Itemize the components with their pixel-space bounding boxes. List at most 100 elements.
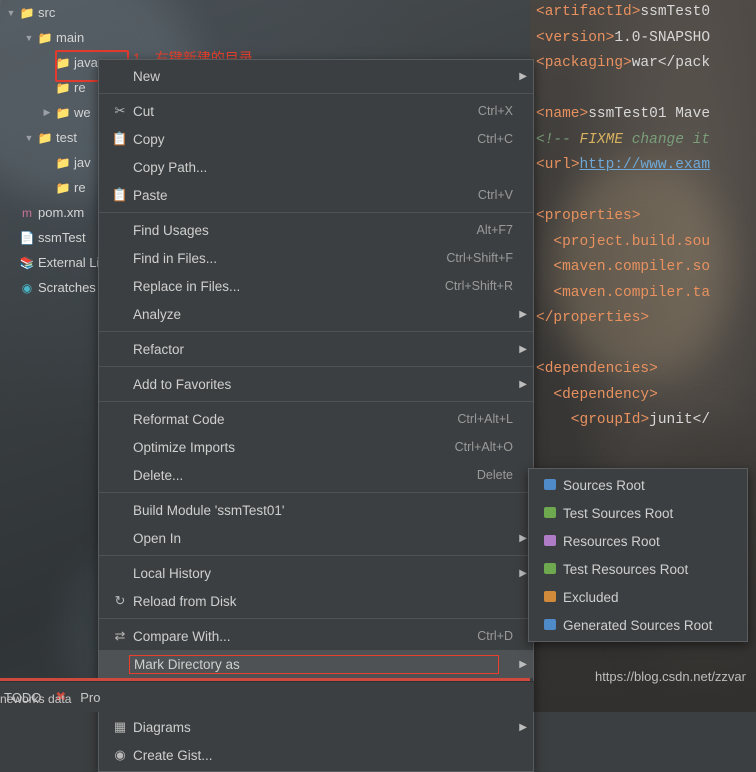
submenu-item-label: Generated Sources Root [563,617,713,633]
menu-item-copy[interactable]: 📋 Copy Ctrl+C [99,125,533,153]
chevron-down-icon[interactable]: ▼ [22,33,36,43]
menu-item-optimize-imports[interactable]: Optimize Imports Ctrl+Alt+O [99,433,533,461]
menu-item-label: Optimize Imports [133,439,236,455]
generated-sources-root-icon [537,618,563,633]
menu-item-cut[interactable]: ✂ Cut Ctrl+X [99,97,533,125]
chevron-down-icon[interactable]: ▼ [22,133,36,143]
chevron-right-icon[interactable]: ▶ [40,107,54,118]
code-token: < [536,55,545,71]
code-line: <project.build.sou [536,230,756,256]
code-token: version [544,29,606,46]
menu-item-find-usages[interactable]: Find Usages Alt+F7 [99,216,533,244]
menu-item-new[interactable]: New ▶ [99,62,533,90]
code-line: </properties> [536,306,756,332]
menu-item-find-in-files[interactable]: Find in Files... Ctrl+Shift+F [99,244,533,272]
menu-item-shortcut: Ctrl+Shift+F [446,251,513,265]
menu-item-delete[interactable]: Delete... Delete [99,461,533,489]
mark-directory-as-submenu[interactable]: Sources Root Test Sources Root Resources R… [528,468,748,642]
submenu-arrow-icon: ▶ [519,567,527,579]
file-icon: 📄 [19,230,35,245]
code-token: < [536,208,545,224]
submenu-item-sources-root[interactable]: Sources Root [529,471,747,499]
menu-item-add-to-favorites[interactable]: Add to Favorites ▶ [99,370,533,398]
menu-item-replace-in-files[interactable]: Replace in Files... Ctrl+Shift+R [99,272,533,300]
submenu-item-generated-sources-root[interactable]: Generated Sources Root [529,611,747,639]
menu-item-copy-path[interactable]: Copy Path... [99,153,533,181]
code-line: <maven.compiler.so [536,255,756,281]
menu-item-refactor[interactable]: Refactor ▶ [99,335,533,363]
context-menu[interactable]: New ▶ ✂ Cut Ctrl+X 📋 Copy Ctrl+C Copy Path... 📋 Pa… [98,59,534,772]
menu-item-shortcut: Delete [476,468,513,482]
code-token: > [640,310,650,326]
code-token: < [536,233,563,250]
tree-item-label: Scratches a [38,280,107,295]
submenu-item-resources-root[interactable]: Resources Root [529,527,747,555]
menu-separator [99,93,533,94]
code-token: < [536,4,545,20]
submenu-item-test-resources-root[interactable]: Test Resources Root [529,555,747,583]
maven-icon: m [22,205,32,220]
menu-item-local-history[interactable]: Local History ▶ [99,559,533,587]
menu-item-label: Copy Path... [133,159,208,175]
submenu-item-label: Test Resources Root [563,561,689,577]
menu-item-mark-directory-as[interactable]: Mark Directory as ▶ [99,650,533,678]
submenu-item-test-sources-root[interactable]: Test Sources Root [529,499,747,527]
folder-icon: 📁 [55,55,71,70]
code-line: <url>http://www.exam [536,153,756,179]
code-token: war</pack [631,55,711,71]
code-token: > [570,157,580,173]
menu-item-label: Analyze [133,306,182,322]
code-token: < [536,386,563,403]
code-line: <dependencies> [536,357,756,383]
menu-separator [99,331,533,332]
code-token: ssmTest0 [640,4,711,20]
menu-item-analyze[interactable]: Analyze ▶ [99,300,533,328]
menu-separator [99,618,533,619]
tree-item[interactable]: ▼ 📁 src [0,0,160,25]
paste-icon: 📋 [111,187,129,202]
folder-icon: 📁 [55,80,71,95]
menu-item-diagrams[interactable]: ▦ Diagrams ▶ [99,713,533,741]
menu-item-compare-with[interactable]: ⇄ Compare With... Ctrl+D [99,622,533,650]
folder-blue-icon: 📁 [55,105,71,120]
menu-item-reload-from-disk[interactable]: ↻ Reload from Disk [99,587,533,615]
menu-item-label: New [133,68,161,84]
menu-item-open-in[interactable]: Open In ▶ [99,524,533,552]
tree-item[interactable]: ▼ 📁 main [0,25,160,50]
code-line: <artifactId>ssmTest0 [536,0,756,26]
chevron-down-icon[interactable]: ▼ [4,8,18,18]
submenu-item-excluded[interactable]: Excluded [529,583,747,611]
menu-item-create-gist[interactable]: ◉ Create Gist... [99,741,533,769]
menu-item-shortcut: Ctrl+C [477,132,513,146]
tree-item-label: java [74,55,98,70]
code-token: FIXME [579,131,624,148]
folder-icon: 📁 [19,5,35,20]
menu-item-label: Find Usages [133,222,209,238]
code-token: name [544,106,580,122]
menu-item-shortcut: Ctrl+Shift+R [444,279,513,293]
submenu-arrow-icon: ▶ [519,70,527,82]
code-line: <name>ssmTest01 Mave [536,102,756,128]
menu-item-shortcut: Ctrl+V [477,188,513,202]
code-line: <version>1.0-SNAPSHO [536,26,756,52]
folder-icon: 📁 [37,130,53,145]
code-token: http://www.exam [579,157,711,173]
menu-item-label: Paste [133,187,168,203]
menu-item-paste[interactable]: 📋 Paste Ctrl+V [99,181,533,209]
code-token: maven.compiler.so [562,259,711,275]
menu-item-label: Cut [133,103,155,119]
menu-item-label: Local History [133,565,212,581]
code-line: <maven.compiler.ta [536,281,756,307]
menu-item-reformat-code[interactable]: Reformat Code Ctrl+Alt+L [99,405,533,433]
menu-item-build-module-ssmtest01[interactable]: Build Module 'ssmTest01' [99,496,533,524]
code-token: < [536,259,563,275]
code-token: < [536,106,545,122]
tree-item-label: src [38,5,56,20]
menu-item-label: Reformat Code [133,411,225,427]
menu-separator [99,212,533,213]
sources-root-icon [537,478,563,493]
compare-icon: ⇄ [114,628,126,643]
code-token: dependencies [544,361,650,377]
code-token: > [623,55,632,71]
code-token: maven.compiler.ta [562,284,711,301]
